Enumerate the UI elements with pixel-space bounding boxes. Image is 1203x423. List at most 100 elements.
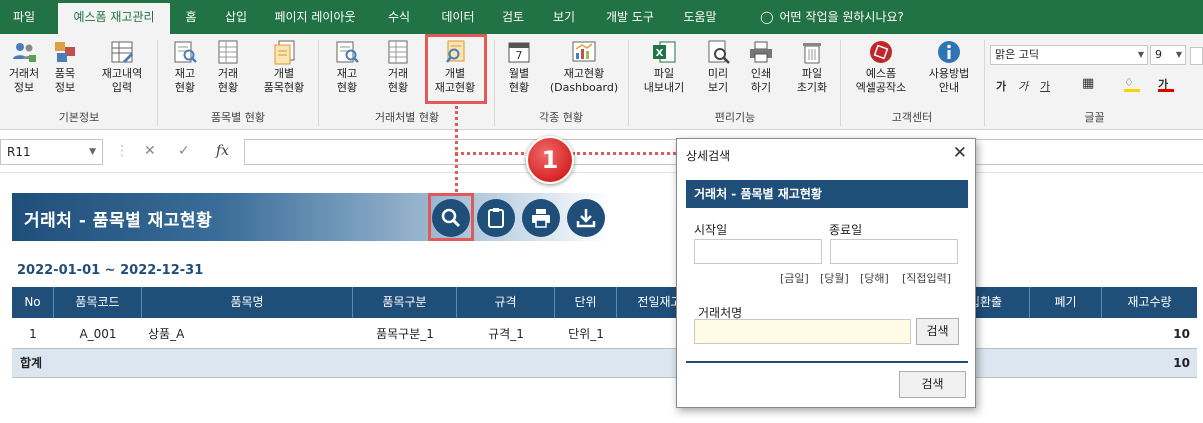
- group-label-customer: 고객센터: [891, 111, 933, 124]
- tab-review[interactable]: 검토: [490, 0, 536, 34]
- doc-list-icon: [271, 39, 297, 65]
- print-sheet-button[interactable]: [522, 199, 560, 237]
- tab-insert[interactable]: 삽입: [212, 0, 260, 34]
- bold-button[interactable]: 가: [996, 78, 1006, 94]
- client-name-input[interactable]: [694, 319, 911, 344]
- preview-button[interactable]: 미리 보기: [702, 39, 734, 95]
- start-date-input[interactable]: [694, 239, 822, 264]
- this-year-link[interactable]: [당해]: [860, 270, 889, 286]
- dialog-divider: [686, 361, 968, 363]
- client-trade-status-button[interactable]: 거래 현황: [378, 39, 418, 95]
- export-file-button[interactable]: X 파일 내보내기: [640, 39, 688, 95]
- excel-icon: X: [651, 39, 677, 65]
- tell-me-box[interactable]: ◯ 어떤 작업을 원하시나요?: [742, 0, 922, 34]
- item-trade-label-1: 거래: [217, 67, 239, 80]
- italic-button[interactable]: 가: [1018, 78, 1028, 94]
- tab-page-layout[interactable]: 페이지 레이아웃: [262, 0, 368, 34]
- export-label-2: 내보내기: [643, 81, 685, 94]
- print-icon: [748, 39, 774, 65]
- search-submit-button[interactable]: 검색: [899, 371, 966, 398]
- cell-qty: 10: [1173, 327, 1190, 341]
- cell-unit: 단위_1: [568, 327, 604, 341]
- custom-input-link[interactable]: [직접입력]: [902, 270, 951, 286]
- today-link[interactable]: [금일]: [780, 270, 809, 286]
- enter-check-icon[interactable]: ✓: [178, 143, 190, 159]
- ribbon: 거래처 정보 품목 정보 재고내역 입력 기본정보 재고 현황 거래 현황 개별…: [0, 34, 1203, 130]
- item-each-status-button[interactable]: 개별 품목현황: [256, 39, 312, 95]
- tab-help[interactable]: 도움말: [672, 0, 728, 34]
- monthly-status-button[interactable]: 7 월별 현황: [502, 39, 536, 95]
- function-icon[interactable]: fx: [216, 143, 229, 159]
- client-info-label-1: 거래처: [8, 67, 40, 80]
- font-name-select[interactable]: 맑은 고딕 ▼: [990, 45, 1148, 65]
- dialog-header: 거래처 - 품목별 재고현황: [686, 180, 968, 208]
- monthly-label-1: 월별: [508, 67, 530, 80]
- item-stock-status-button[interactable]: 재고 현황: [166, 39, 204, 95]
- total-row: 합계 10: [12, 349, 1197, 378]
- group-separator: [318, 40, 319, 126]
- client-stock-label-1: 재고: [336, 67, 358, 80]
- item-each-label-1: 개별: [273, 67, 295, 80]
- item-info-label-2: 정보: [54, 81, 76, 94]
- tab-view[interactable]: 보기: [540, 0, 588, 34]
- border-icon[interactable]: ▦: [1082, 76, 1094, 91]
- print-button[interactable]: 인쇄 하기: [744, 39, 778, 95]
- client-info-button[interactable]: 거래처 정보: [4, 39, 44, 95]
- chevron-down-icon: ▼: [1175, 50, 1182, 59]
- col-category: 품목구분: [353, 287, 457, 318]
- font-color-icon[interactable]: 가: [1158, 76, 1174, 92]
- group-label-by-client: 거래처별 현황: [374, 111, 440, 124]
- fill-color-icon[interactable]: ♢: [1124, 76, 1140, 92]
- yesform-button[interactable]: 예스폼 엑셀공작소: [848, 39, 914, 95]
- underline-button[interactable]: 가: [1040, 78, 1050, 94]
- ledger-icon: [109, 39, 135, 65]
- group-separator: [984, 40, 985, 126]
- chart-icon: [571, 39, 597, 65]
- tab-home[interactable]: 홈: [172, 0, 210, 34]
- this-month-link[interactable]: [당월]: [820, 270, 849, 286]
- item-trade-status-button[interactable]: 거래 현황: [208, 39, 248, 95]
- report-title: 거래처 - 품목별 재고현황: [24, 211, 213, 231]
- chevron-down-icon: ▼: [89, 147, 96, 157]
- more-dots-icon: ⋮: [115, 143, 129, 159]
- client-stock-status-button[interactable]: 재고 현황: [328, 39, 366, 95]
- tab-file[interactable]: 파일: [2, 0, 46, 34]
- reset-label-2: 초기화: [796, 81, 828, 94]
- close-icon[interactable]: ✕: [953, 143, 967, 163]
- end-date-input[interactable]: [830, 239, 958, 264]
- group-label-by-item: 품목별 현황: [210, 111, 266, 124]
- cancel-icon[interactable]: ✕: [144, 143, 156, 159]
- export-label-1: 파일: [653, 67, 675, 80]
- sheet-icon: [215, 39, 241, 65]
- client-trade-label-2: 현황: [387, 81, 409, 94]
- tab-yesform-stock[interactable]: 예스폼 재고관리: [58, 3, 170, 34]
- tab-formulas[interactable]: 수식: [374, 0, 424, 34]
- reset-file-button[interactable]: 파일 초기화: [790, 39, 834, 95]
- doc-search-icon: [172, 39, 198, 65]
- stock-input-label-1: 재고내역: [101, 67, 143, 80]
- howto-button[interactable]: 사용방법 안내: [922, 39, 976, 95]
- stock-input-button[interactable]: 재고내역 입력: [94, 39, 150, 95]
- dashboard-button[interactable]: 재고현황 (Dashboard): [548, 39, 620, 95]
- font-size-select[interactable]: 9 ▼: [1150, 45, 1186, 65]
- group-label-font: 글꼴: [1084, 111, 1105, 124]
- tab-data[interactable]: 데이터: [430, 0, 486, 34]
- group-separator: [157, 40, 158, 126]
- dashboard-label-2: (Dashboard): [549, 81, 619, 94]
- svg-text:X: X: [656, 48, 664, 59]
- info-icon: [936, 39, 962, 65]
- clipboard-button[interactable]: [477, 199, 515, 237]
- item-stock-label-1: 재고: [174, 67, 196, 80]
- item-info-button[interactable]: 품목 정보: [48, 39, 82, 95]
- tab-developer[interactable]: 개발 도구: [594, 0, 666, 34]
- client-search-button[interactable]: 검색: [916, 318, 959, 345]
- download-button[interactable]: [567, 199, 605, 237]
- group-separator: [840, 40, 841, 126]
- ribbon-tab-bar: 파일 예스폼 재고관리 홈 삽입 페이지 레이아웃 수식 데이터 검토 보기 개…: [0, 0, 1203, 34]
- callout-line: [572, 152, 676, 155]
- item-stock-label-2: 현황: [174, 81, 196, 94]
- grow-font-button[interactable]: [1190, 47, 1203, 65]
- search-button[interactable]: [432, 199, 470, 237]
- name-box[interactable]: R11 ▼: [0, 139, 103, 165]
- callout-line: [455, 152, 530, 155]
